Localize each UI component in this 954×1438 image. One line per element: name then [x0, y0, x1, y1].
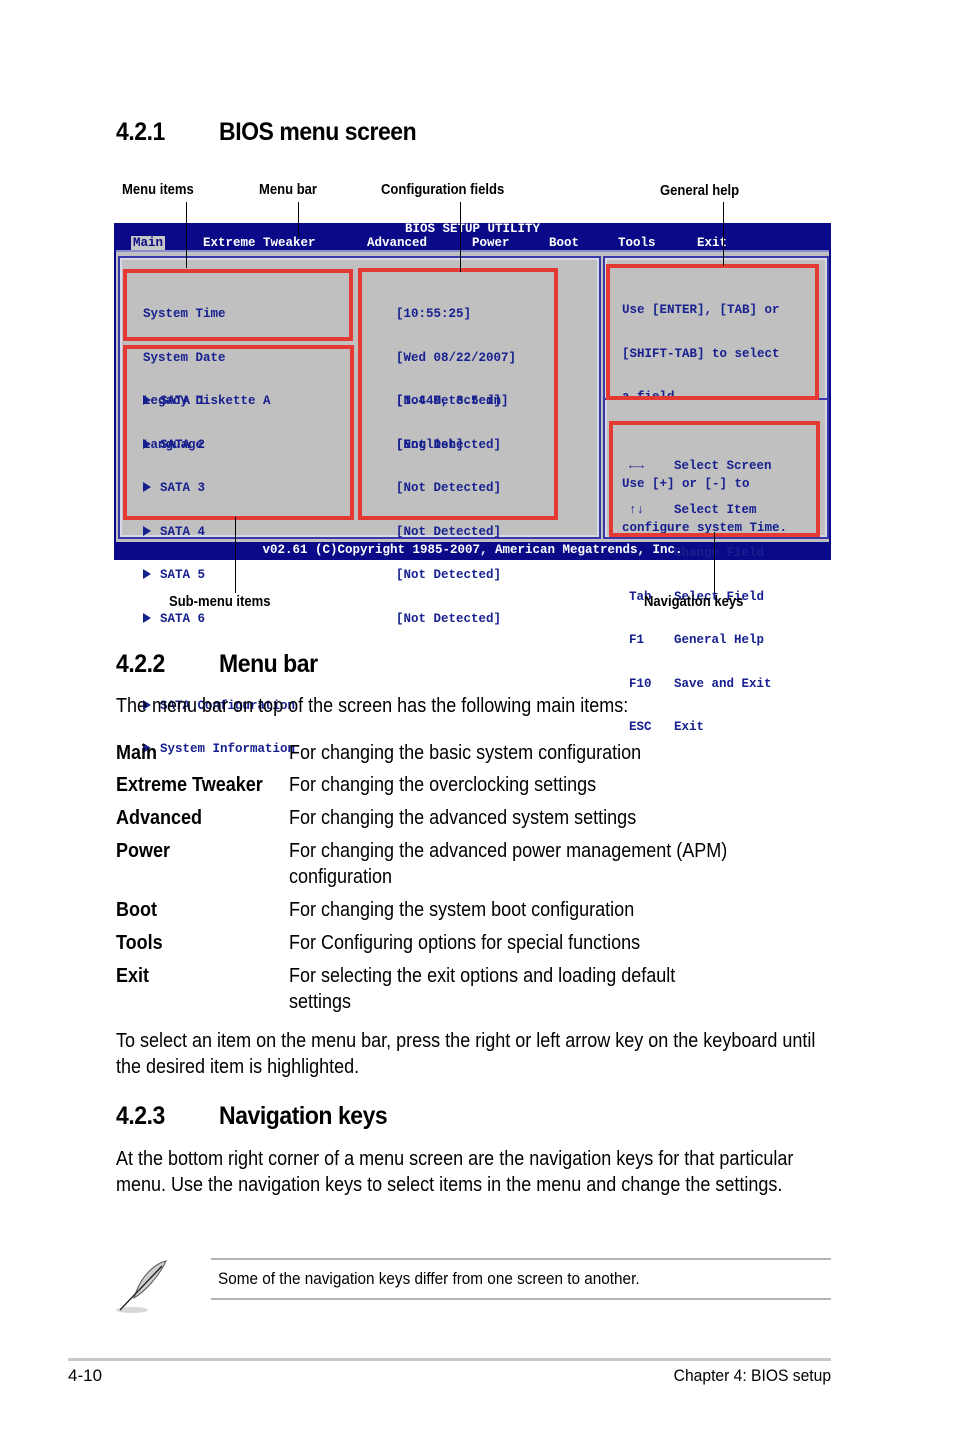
menu-tab-extreme-tweaker[interactable]: Extreme Tweaker	[203, 236, 316, 250]
leader-line-sub-menu-items	[235, 517, 236, 593]
section-title: BIOS menu screen	[219, 118, 417, 146]
definition-term: Extreme Tweaker	[116, 774, 263, 796]
value-sata-6: [Not Detected]	[396, 611, 502, 626]
highlight-navigation-keys	[609, 421, 820, 537]
menu-tab-tools[interactable]: Tools	[618, 236, 656, 250]
note-top-rule	[211, 1258, 831, 1260]
definition-description: For changing the advanced power manageme…	[289, 840, 728, 888]
definition-term: Exit	[116, 965, 150, 987]
menu-tab-power[interactable]: Power	[472, 236, 510, 250]
submenu-arrow-icon	[143, 525, 151, 536]
leader-line-general-help	[723, 202, 724, 266]
footer-rule	[68, 1358, 831, 1361]
leader-line-menu-items	[186, 202, 187, 268]
submenu-arrow-icon	[143, 569, 151, 579]
submenu-sata-4[interactable]: SATA 4	[143, 525, 295, 540]
highlight-menu-items	[123, 269, 353, 341]
submenu-sata-6[interactable]: SATA 6	[143, 612, 295, 627]
leader-line-navigation-keys	[714, 532, 715, 593]
definition-description: For changing the system boot configurati…	[289, 899, 635, 921]
callout-menu-items: Menu items	[122, 182, 194, 198]
highlight-general-help	[606, 264, 819, 400]
leader-line-menu-bar	[298, 202, 299, 237]
submenu-arrow-icon	[143, 612, 151, 623]
menu-tab-main[interactable]: Main	[131, 236, 166, 250]
callout-menu-bar: Menu bar	[259, 182, 318, 198]
nav-key-row: ESC Exit	[629, 720, 705, 734]
definition-term: Main	[116, 742, 158, 764]
callout-navigation-keys: Navigation keys	[644, 594, 744, 610]
page-number: 4-10	[68, 1366, 103, 1385]
section-number: 4.2.2	[116, 650, 165, 678]
menu-bar-outro: To select an item on the menu bar, press…	[116, 1030, 816, 1078]
nav-key-row: F10 Save and Exit	[629, 676, 772, 691]
navigation-keys-body: At the bottom right corner of a menu scr…	[116, 1148, 794, 1196]
section-title: Navigation keys	[219, 1102, 388, 1130]
submenu-system-information[interactable]: System Information	[143, 742, 295, 757]
definition-description: For selecting the exit options and loadi…	[289, 965, 676, 1013]
callout-general-help: General help	[660, 183, 740, 199]
note-text: Some of the navigation keys differ from …	[218, 1269, 640, 1288]
definition-term: Advanced	[116, 807, 203, 829]
definition-term: Tools	[116, 932, 163, 954]
bios-copyright: v02.61 (C)Copyright 1985-2007, American …	[262, 543, 683, 557]
highlight-configuration-fields	[358, 268, 558, 520]
section-heading-4-2-1: 4.2.1 BIOS menu screen	[116, 118, 417, 147]
menu-bar-intro: The menu bar on top of the screen has th…	[116, 695, 629, 717]
section-number: 4.2.3	[116, 1102, 165, 1130]
definition-description: For changing the overclocking settings	[289, 774, 597, 796]
callout-sub-menu-items: Sub-menu items	[169, 594, 271, 610]
submenu-sata-5[interactable]: SATA 5	[143, 568, 295, 583]
section-number: 4.2.1	[116, 118, 165, 146]
definition-description: For Configuring options for special func…	[289, 932, 641, 954]
definition-term: Power	[116, 840, 171, 862]
note-bottom-rule	[211, 1298, 831, 1300]
leader-line-configuration-fields	[460, 202, 461, 272]
value-sata-5: [Not Detected]	[396, 568, 502, 582]
callout-configuration-fields: Configuration fields	[381, 182, 505, 198]
feather-quill-icon	[116, 1260, 167, 1313]
definition-description: For changing the advanced system setting…	[289, 807, 637, 829]
menu-tab-advanced[interactable]: Advanced	[367, 236, 427, 250]
highlight-sub-menu-items	[123, 345, 354, 520]
nav-key-row: F1 General Help	[629, 633, 765, 647]
value-sata-4: [Not Detected]	[396, 524, 502, 539]
definition-description: For changing the basic system configurat…	[289, 742, 642, 764]
chapter-title: Chapter 4: BIOS setup	[673, 1366, 831, 1385]
section-title: Menu bar	[219, 650, 318, 678]
definition-term: Boot	[116, 899, 157, 921]
menu-tab-boot[interactable]: Boot	[549, 236, 579, 250]
section-heading-4-2-3: 4.2.3 Navigation keys	[116, 1102, 388, 1131]
section-heading-4-2-2: 4.2.2 Menu bar	[116, 650, 318, 679]
